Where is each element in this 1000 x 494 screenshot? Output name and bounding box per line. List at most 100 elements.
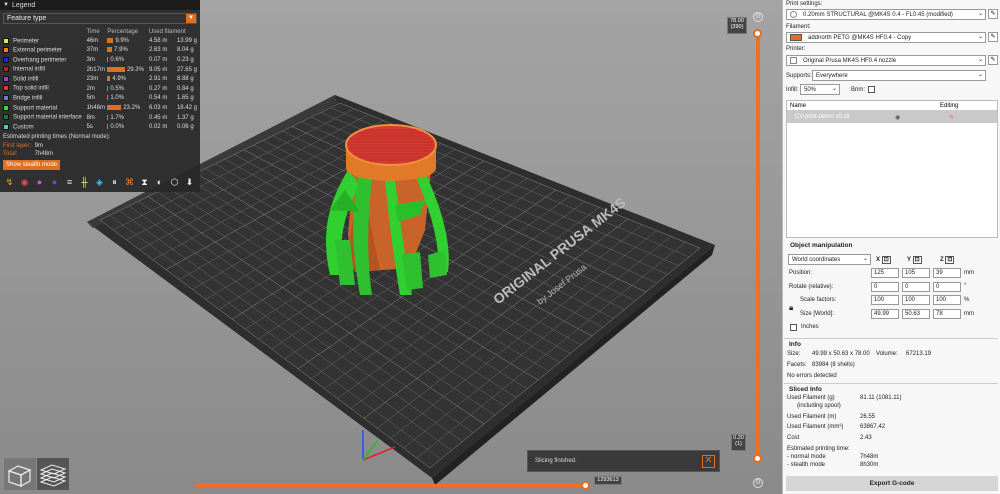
- position-y-input[interactable]: 105: [902, 268, 930, 278]
- brim-checkbox[interactable]: [868, 86, 875, 93]
- retractions-icon[interactable]: ●: [33, 176, 46, 189]
- filament-edit-icon[interactable]: ✎: [988, 32, 998, 42]
- shells-icon[interactable]: ◐: [153, 176, 166, 189]
- used-m-label: Used Filament (m): [787, 414, 837, 420]
- rotate-unit: °: [964, 283, 967, 289]
- size-z-input[interactable]: 78: [933, 309, 961, 319]
- scale-y-input[interactable]: 100: [902, 295, 930, 305]
- rotate-z-input[interactable]: 0: [933, 282, 961, 292]
- export-gcode-button[interactable]: Export G-code: [786, 476, 998, 491]
- infill-select[interactable]: 50% ⌄: [800, 84, 840, 95]
- inches-checkbox[interactable]: [790, 324, 797, 331]
- lock-icon[interactable]: 🔒︎: [789, 303, 793, 313]
- travel-icon[interactable]: ↯: [3, 176, 16, 189]
- feature-time: 5m: [86, 95, 95, 102]
- tool-marker-icon[interactable]: ⬇: [183, 176, 196, 189]
- feature-name: Top solid infill: [13, 86, 49, 93]
- move-slider-track[interactable]: [195, 484, 587, 487]
- show-stealth-mode-button[interactable]: Show stealth mode: [3, 159, 61, 170]
- bounding-box-icon[interactable]: ⬡: [168, 176, 181, 189]
- legend-row[interactable]: Overhang perimeter 3m 0.6% 0.07 m 0.23 g: [3, 55, 197, 65]
- weight-value: 0.06 g: [176, 124, 194, 131]
- legend-row[interactable]: Support material 1h48m 23.2% 6.03 m 18.42 g: [3, 103, 197, 113]
- color-swatch: [3, 95, 9, 102]
- legend-row[interactable]: Perimeter 46m 9.9% 4.58 m 13.99 g: [3, 36, 197, 46]
- legend-row[interactable]: Bridge infill 5m 1.0% 0.54 m 1.65 g: [3, 94, 197, 104]
- feature-filament: 4.58 m 13.99 g: [149, 36, 197, 46]
- wipe-icon[interactable]: ◉: [18, 176, 31, 189]
- legend-row[interactable]: Solid infill 23m 4.9% 2.91 m 8.88 g: [3, 74, 197, 84]
- visibility-eye-icon[interactable]: ◉: [895, 114, 900, 121]
- chevron-down-icon: ⌄: [831, 86, 837, 92]
- center-of-gravity-icon[interactable]: ⧗: [138, 176, 151, 189]
- used-g-sub: (including spool): [797, 403, 841, 409]
- layer-slider-settings-icon[interactable]: ⚙: [753, 12, 763, 22]
- filament-color-swatch[interactable]: [790, 34, 802, 41]
- legend-row[interactable]: Custom 5s 0.0% 0.02 m 0.06 g: [3, 122, 197, 132]
- feature-filament: 0.02 m 0.06 g: [149, 122, 197, 132]
- feature-name: Support material interface: [13, 114, 82, 121]
- position-z-input[interactable]: 39: [933, 268, 961, 278]
- scale-x-input[interactable]: 100: [871, 295, 899, 305]
- size-x-input[interactable]: 49.99: [871, 309, 899, 319]
- layer-slider-track[interactable]: [756, 33, 760, 458]
- size-y-input[interactable]: 50.63: [902, 309, 930, 319]
- view-type-select[interactable]: Feature type ▼: [3, 13, 197, 24]
- legend-row[interactable]: Top solid infill 2m 0.5% 0.27 m 0.84 g: [3, 84, 197, 94]
- move-slider-handle[interactable]: [581, 481, 590, 490]
- tool-changes-icon[interactable]: ╫: [78, 176, 91, 189]
- infill-value: 50%: [804, 86, 817, 93]
- rotate-x-input[interactable]: 0: [871, 282, 899, 292]
- printer-select[interactable]: Original Prusa MK4S HF0.4 nozzle ⌄: [786, 55, 986, 66]
- first-layer-value: 9m: [34, 142, 44, 149]
- legend-row[interactable]: Internal infill 2h17m 29.3% 9.05 m 27.65 g: [3, 65, 197, 75]
- 3d-viewport[interactable]: ORIGINAL PRUSA MK4S by Josef Prusa 78.00…: [0, 0, 782, 494]
- seams-icon[interactable]: ≡: [63, 176, 76, 189]
- rotate-y-input[interactable]: 0: [902, 282, 930, 292]
- bottom-layer-label: 0.20 (1): [731, 434, 746, 451]
- deretractions-icon[interactable]: ●: [48, 176, 61, 189]
- scale-z-input[interactable]: 100: [933, 295, 961, 305]
- coordinates-select[interactable]: World coordinates ⌄: [788, 254, 871, 265]
- feature-filament: 6.03 m 18.42 g: [149, 103, 197, 113]
- editing-column-header: Editing: [940, 102, 959, 109]
- chevron-down-icon[interactable]: ▼: [186, 14, 196, 23]
- legend-header[interactable]: ▼ Legend: [0, 0, 200, 10]
- cost-label: Cost: [787, 435, 800, 441]
- size-info-value: 49.99 x 50.63 x 78.00: [812, 351, 870, 357]
- facets-value: 83984 (8 shells): [812, 362, 855, 368]
- color-changes-icon[interactable]: ◈: [93, 176, 106, 189]
- feature-name: Overhang perimeter: [13, 57, 67, 64]
- stealth-mode-label: - stealth mode: [787, 462, 826, 468]
- collapse-triangle-icon[interactable]: ▼: [3, 2, 9, 8]
- print-settings-edit-icon[interactable]: ✎: [988, 9, 998, 19]
- percentage-bar: [107, 56, 109, 62]
- percentage-bar: [107, 114, 109, 120]
- feature-time: 8m: [86, 114, 95, 121]
- legend-row[interactable]: External perimeter 37m 7.9% 2.63 m 8.04 g: [3, 46, 197, 56]
- object-settings-icon[interactable]: ✎: [949, 114, 954, 121]
- preview-view-icon[interactable]: [37, 458, 69, 490]
- top-layer-handle[interactable]: [753, 29, 762, 38]
- info-title: Info: [789, 341, 801, 348]
- color-swatch: [3, 85, 9, 92]
- bottom-layer-handle[interactable]: [753, 454, 762, 463]
- custom-gcodes-icon[interactable]: ⌘: [123, 176, 136, 189]
- filament-select[interactable]: addnorth PETG @MK4S HF0.4 - Copy ⌄: [786, 32, 986, 43]
- supports-select[interactable]: Everywhere ⌄: [812, 70, 986, 81]
- feature-filament: 2.91 m 8.88 g: [149, 74, 197, 84]
- horizontal-slider-settings-icon[interactable]: ⚙: [753, 478, 763, 488]
- chevron-down-icon: ⌄: [977, 11, 983, 17]
- position-x-input[interactable]: 125: [871, 268, 899, 278]
- axis-x-label: X ⊡: [876, 256, 891, 264]
- legend-row[interactable]: Support material interface 8m 1.7% 0.45 m 1.…: [3, 113, 197, 123]
- feature-name: Bridge infill: [13, 95, 43, 102]
- pause-prints-icon[interactable]: ⏸: [108, 176, 121, 189]
- 3d-view-icon[interactable]: [4, 458, 36, 490]
- object-row[interactable]: CV-print-demo v5.stl ◉ ✎: [787, 111, 997, 123]
- printer-edit-icon[interactable]: ✎: [988, 55, 998, 65]
- top-layer-label: 78.00 (390): [727, 17, 747, 34]
- print-settings-select[interactable]: 0.20mm STRUCTURAL @MK4S 0.4 - FL0.45 (mo…: [786, 9, 986, 20]
- object-name: CV-print-demo v5.stl: [795, 114, 850, 120]
- close-notification-icon[interactable]: ✕: [702, 454, 715, 468]
